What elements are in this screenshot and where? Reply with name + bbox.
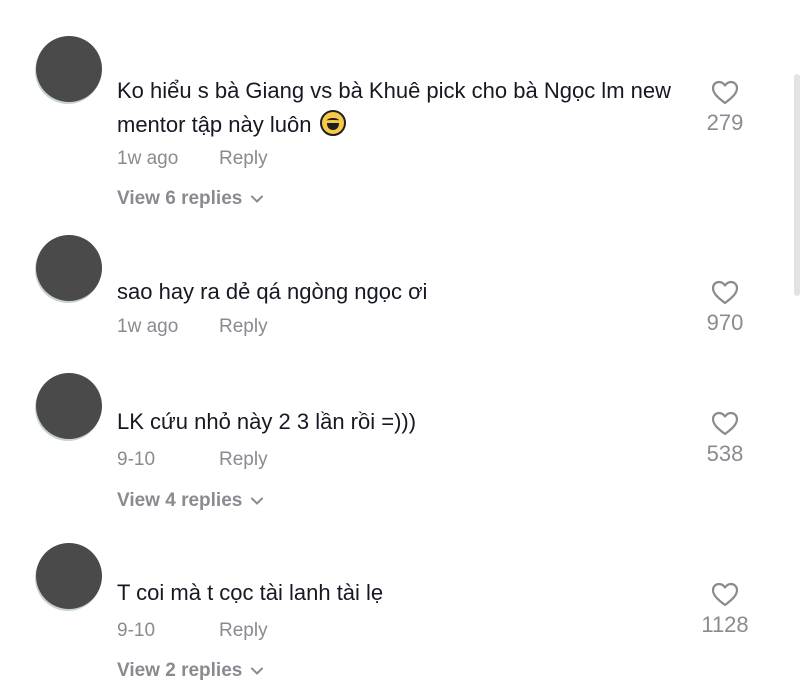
avatar[interactable] — [36, 373, 102, 439]
reply-button[interactable]: Reply — [219, 449, 268, 471]
reply-button[interactable]: Reply — [219, 620, 268, 642]
like-button[interactable]: 970 — [695, 280, 755, 336]
chevron-down-icon — [251, 497, 264, 505]
comment-text: Ko hiểu s bà Giang vs bà Khuê pick cho b… — [117, 78, 671, 137]
avatar[interactable] — [36, 543, 102, 609]
comment-meta: 9-10 Reply — [117, 449, 268, 471]
view-replies-button[interactable]: View 6 replies — [117, 188, 264, 210]
like-count: 279 — [706, 110, 744, 135]
like-button[interactable]: 538 — [695, 411, 755, 467]
scrollbar[interactable] — [794, 74, 800, 296]
comment-time: 1w ago — [117, 148, 179, 169]
comment-time: 9-10 — [117, 620, 156, 641]
like-count: 1128 — [701, 612, 749, 637]
heart-icon — [711, 411, 739, 436]
comment-text: sao hay ra dẻ qá ngòng ngọc ơi — [117, 279, 428, 304]
grinning-sweat-emoji-icon — [319, 110, 346, 136]
heart-icon — [711, 280, 739, 305]
comment-time: 9-10 — [117, 449, 156, 470]
chevron-down-icon — [251, 667, 264, 675]
like-count: 538 — [706, 441, 744, 466]
comment-meta: 1w ago Reply — [117, 316, 268, 338]
reply-button[interactable]: Reply — [219, 148, 268, 170]
comment-meta: 1w ago Reply — [117, 148, 268, 170]
chevron-down-icon — [251, 195, 264, 203]
view-replies-button[interactable]: View 2 replies — [117, 660, 264, 682]
view-replies-button[interactable]: View 4 replies — [117, 490, 264, 512]
comment-text: LK cứu nhỏ này 2 3 lần rồi =))) — [117, 409, 417, 434]
like-count: 970 — [706, 310, 744, 335]
reply-button[interactable]: Reply — [219, 316, 268, 338]
like-button[interactable]: 1128 — [695, 582, 755, 638]
avatar[interactable] — [36, 36, 102, 102]
heart-icon — [711, 582, 739, 607]
comment-text: T coi mà t cọc tài lanh tài lẹ — [117, 580, 384, 605]
heart-icon — [711, 80, 739, 105]
like-button[interactable]: 279 — [695, 80, 755, 136]
comment-time: 1w ago — [117, 316, 179, 337]
avatar[interactable] — [36, 235, 102, 301]
comment-meta: 9-10 Reply — [117, 620, 268, 642]
